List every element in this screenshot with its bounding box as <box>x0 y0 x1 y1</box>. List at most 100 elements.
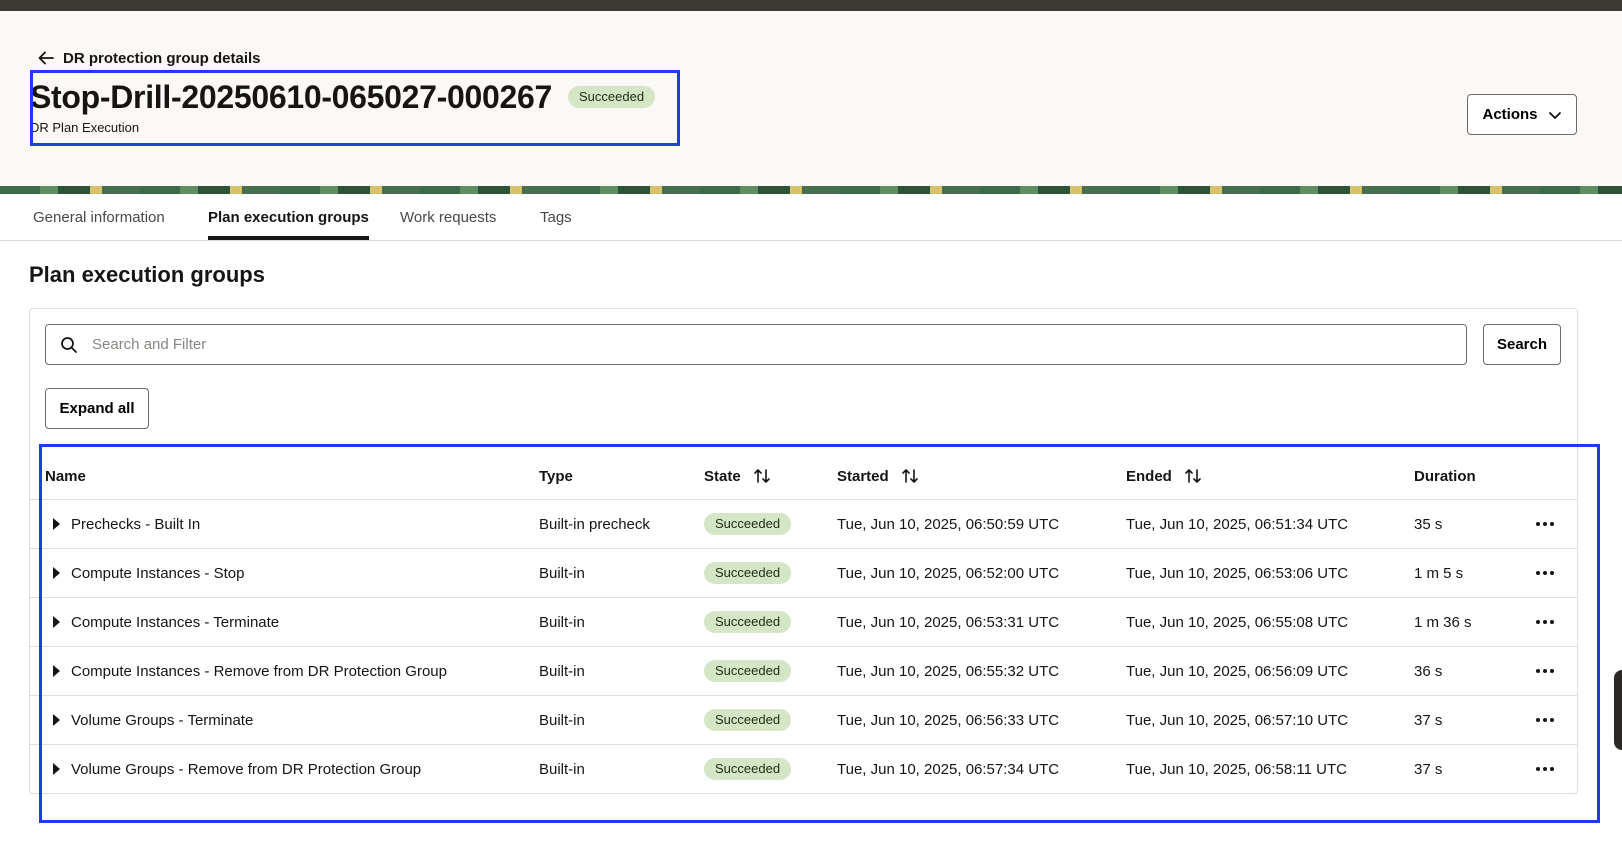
row-type: Built-in <box>539 711 585 729</box>
more-options-icon <box>1536 522 1554 526</box>
column-header-state: State <box>704 452 771 500</box>
row-name: Volume Groups - Terminate <box>71 711 254 729</box>
back-link-label: DR protection group details <box>63 49 261 67</box>
sort-icon[interactable] <box>753 467 771 485</box>
page-title: Stop-Drill-20250610-065027-000267 <box>30 79 552 115</box>
state-badge: Succeeded <box>704 513 792 535</box>
row-type: Built-in <box>539 662 585 680</box>
row-actions-menu[interactable] <box>1532 758 1558 780</box>
row-ended: Tue, Jun 10, 2025, 06:57:10 UTC <box>1126 711 1349 729</box>
row-duration: 36 s <box>1414 662 1443 680</box>
row-ended: Tue, Jun 10, 2025, 06:53:06 UTC <box>1126 564 1349 582</box>
row-duration: 1 m 5 s <box>1414 564 1464 582</box>
section-title: Plan execution groups <box>29 262 265 287</box>
row-started: Tue, Jun 10, 2025, 06:56:33 UTC <box>837 711 1060 729</box>
row-duration: 37 s <box>1414 711 1443 729</box>
row-name: Volume Groups - Remove from DR Protectio… <box>71 760 422 778</box>
row-actions-menu[interactable] <box>1532 660 1558 682</box>
row-ended: Tue, Jun 10, 2025, 06:56:09 UTC <box>1126 662 1349 680</box>
table-row: Volume Groups - Remove from DR Protectio… <box>30 745 1577 794</box>
row-name: Prechecks - Built In <box>71 515 201 533</box>
column-header-ended-label: Ended <box>1126 467 1172 485</box>
expand-caret-icon[interactable] <box>53 567 60 579</box>
state-badge: Succeeded <box>704 562 792 584</box>
row-state: Succeeded <box>704 500 792 548</box>
column-header-duration: Duration <box>1414 452 1476 500</box>
expand-caret-icon[interactable] <box>53 665 60 677</box>
column-header-type-label: Type <box>539 467 573 485</box>
row-started: Tue, Jun 10, 2025, 06:50:59 UTC <box>837 515 1060 533</box>
row-duration: 35 s <box>1414 515 1443 533</box>
row-state: Succeeded <box>704 549 792 597</box>
column-header-ended: Ended <box>1126 452 1202 500</box>
table-row: Compute Instances - Remove from DR Prote… <box>30 647 1577 696</box>
row-started: Tue, Jun 10, 2025, 06:55:32 UTC <box>837 662 1060 680</box>
row-name: Compute Instances - Remove from DR Prote… <box>71 662 447 680</box>
search-box <box>45 324 1467 365</box>
row-started: Tue, Jun 10, 2025, 06:52:00 UTC <box>837 564 1060 582</box>
row-actions-menu[interactable] <box>1532 513 1558 535</box>
tab-bar: General information Plan execution group… <box>0 194 1622 241</box>
sort-icon[interactable] <box>901 467 919 485</box>
column-header-name-label: Name <box>45 467 86 485</box>
row-type: Built-in <box>539 760 585 778</box>
tab-work-requests[interactable]: Work requests <box>400 194 496 240</box>
search-input[interactable] <box>90 335 1466 354</box>
expand-caret-icon[interactable] <box>53 763 60 775</box>
row-started: Tue, Jun 10, 2025, 06:57:34 UTC <box>837 760 1060 778</box>
expand-caret-icon[interactable] <box>53 714 60 726</box>
column-header-started-label: Started <box>837 467 889 485</box>
actions-button-label: Actions <box>1482 106 1538 123</box>
column-header-duration-label: Duration <box>1414 467 1476 485</box>
row-name: Compute Instances - Terminate <box>71 613 280 631</box>
execution-groups-table: Name Type State Started Ended Duration P… <box>30 452 1577 794</box>
decorative-banner <box>0 186 1622 194</box>
row-type: Built-in <box>539 564 585 582</box>
expand-all-button[interactable]: Expand all <box>45 388 149 429</box>
actions-button[interactable]: Actions <box>1467 94 1577 135</box>
expand-caret-icon[interactable] <box>53 518 60 530</box>
row-state: Succeeded <box>704 598 792 646</box>
state-badge: Succeeded <box>704 611 792 633</box>
row-state: Succeeded <box>704 647 792 695</box>
page-header: DR protection group details Stop-Drill-2… <box>0 11 1622 186</box>
side-panel-handle[interactable] <box>1614 670 1622 750</box>
arrow-left-icon <box>38 51 54 65</box>
row-ended: Tue, Jun 10, 2025, 06:58:11 UTC <box>1126 760 1347 778</box>
row-ended: Tue, Jun 10, 2025, 06:55:08 UTC <box>1126 613 1349 631</box>
column-header-name: Name <box>45 452 86 500</box>
table-row: Volume Groups - Terminate Built-in Succe… <box>30 696 1577 745</box>
top-bar <box>0 0 1622 11</box>
sort-icon[interactable] <box>1184 467 1202 485</box>
row-name: Compute Instances - Stop <box>71 564 245 582</box>
tab-plan-execution-groups[interactable]: Plan execution groups <box>208 194 369 240</box>
row-type: Built-in precheck <box>539 515 650 533</box>
state-badge: Succeeded <box>704 709 792 731</box>
back-link[interactable]: DR protection group details <box>37 49 261 67</box>
table-row: Compute Instances - Terminate Built-in S… <box>30 598 1577 647</box>
search-button[interactable]: Search <box>1483 324 1561 365</box>
more-options-icon <box>1536 571 1554 575</box>
row-state: Succeeded <box>704 696 792 744</box>
row-actions-menu[interactable] <box>1532 611 1558 633</box>
table-row: Prechecks - Built In Built-in precheck S… <box>30 500 1577 549</box>
more-options-icon <box>1536 620 1554 624</box>
expand-caret-icon[interactable] <box>53 616 60 628</box>
status-badge: Succeeded <box>568 86 656 108</box>
chevron-down-icon <box>1548 111 1561 119</box>
state-badge: Succeeded <box>704 660 792 682</box>
row-actions-menu[interactable] <box>1532 562 1558 584</box>
column-header-type: Type <box>539 452 573 500</box>
title-row: Stop-Drill-20250610-065027-000267 Succee… <box>30 78 656 116</box>
tab-general-information[interactable]: General information <box>33 194 165 240</box>
row-type: Built-in <box>539 613 585 631</box>
table-row: Compute Instances - Stop Built-in Succee… <box>30 549 1577 598</box>
more-options-icon <box>1536 718 1554 722</box>
tab-tags[interactable]: Tags <box>540 194 572 240</box>
row-duration: 37 s <box>1414 760 1443 778</box>
row-started: Tue, Jun 10, 2025, 06:53:31 UTC <box>837 613 1060 631</box>
row-actions-menu[interactable] <box>1532 709 1558 731</box>
row-state: Succeeded <box>704 745 792 793</box>
more-options-icon <box>1536 767 1554 771</box>
more-options-icon <box>1536 669 1554 673</box>
